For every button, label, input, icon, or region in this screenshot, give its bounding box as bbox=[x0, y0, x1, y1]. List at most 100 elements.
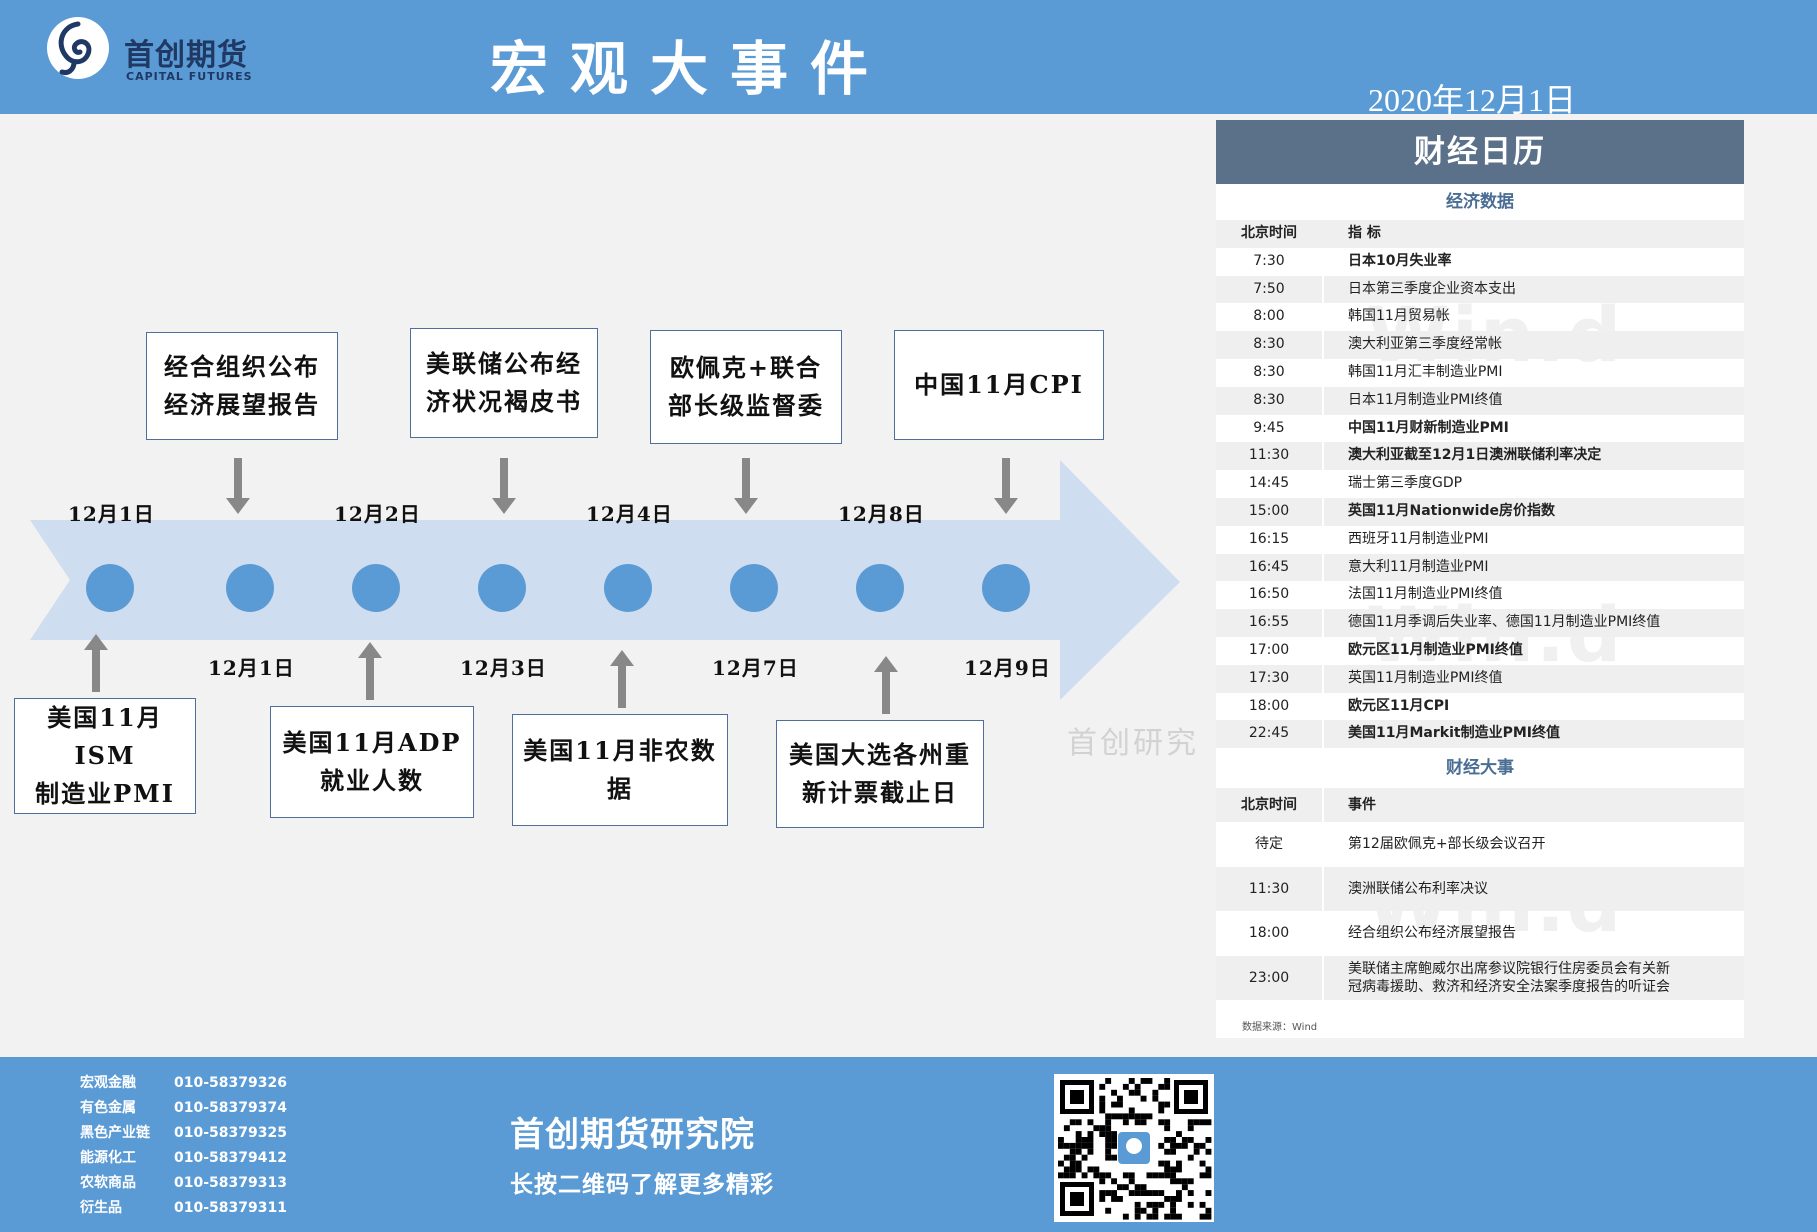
timeline-date-bottom: 12月1日 bbox=[208, 656, 295, 680]
econ-row: 9:45 中国11月财新制造业PMI bbox=[1216, 415, 1744, 443]
econ-time: 16:15 bbox=[1248, 530, 1290, 547]
contact-row: 有色金属 010-58379374 bbox=[80, 1097, 287, 1117]
econ-row: 15:00 英国11月Nationwide房价指数 bbox=[1216, 498, 1744, 526]
contact-phone: 010-58379311 bbox=[174, 1200, 287, 1216]
econ-row: 16:50 法国11月制造业PMI终值 bbox=[1216, 581, 1744, 609]
event-desc: 澳洲联储公布利率决议 bbox=[1348, 867, 1488, 912]
page-date: 2020年12月1日 bbox=[1368, 82, 1577, 118]
timeline-date-top: 12月2日 bbox=[334, 502, 421, 526]
event-desc-line: 第12届欧佩克+部长级会议召开 bbox=[1348, 836, 1546, 853]
event-text: 美国11月ISM 制造业PMI bbox=[25, 699, 185, 813]
event-desc-line: 经合组织公布经济展望报告 bbox=[1348, 925, 1516, 942]
contact-dept: 有色金属 bbox=[80, 1100, 136, 1116]
event-row: 18:00 经合组织公布经济展望报告 bbox=[1216, 911, 1744, 956]
event-desc: 美联储主席鲍威尔出席参议院银行住房委员会有关新 冠病毒援助、救济和经济安全法案季度… bbox=[1348, 956, 1670, 1001]
logo-cn-text: 首创期货 bbox=[124, 38, 248, 73]
econ-row: 16:45 意大利11月制造业PMI bbox=[1216, 553, 1744, 582]
timeline-dot bbox=[856, 564, 904, 612]
event-line: 欧佩克+联合 bbox=[669, 353, 823, 382]
contact-phone: 010-58379412 bbox=[174, 1150, 287, 1166]
event-line: 就业人数 bbox=[319, 766, 424, 795]
event-line: 中国11月CPI bbox=[914, 370, 1084, 399]
timeline-date-bottom: 12月7日 bbox=[712, 656, 799, 680]
contact-phone: 010-58379374 bbox=[174, 1100, 287, 1116]
events-table-header: 北京时间 事件 bbox=[1216, 788, 1744, 823]
arrow-down-icon bbox=[492, 458, 516, 514]
econ-item: 日本11月制造业PMI终值 bbox=[1348, 391, 1503, 408]
event-box-above: 经合组织公布 经济展望报告 bbox=[146, 332, 338, 440]
timeline-dot bbox=[352, 564, 400, 612]
event-desc-line: 美联储主席鲍威尔出席参议院银行住房委员会有关新 bbox=[1348, 960, 1670, 977]
econ-row: 8:30 韩国11月汇丰制造业PMI bbox=[1216, 359, 1744, 387]
timeline-dot bbox=[86, 564, 134, 612]
econ-item: 欧元区11月制造业PMI终值 bbox=[1348, 642, 1523, 658]
finance-events-section-title: 财经大事 bbox=[1446, 758, 1514, 779]
company-logo-icon bbox=[47, 17, 109, 79]
econ-item: 欧元区11月CPI bbox=[1348, 697, 1450, 714]
timeline-dot bbox=[226, 564, 274, 612]
contact-phone: 010-58379326 bbox=[174, 1075, 287, 1091]
event-line: 济状况褐皮书 bbox=[426, 387, 582, 416]
contact-row: 黑色产业链 010-58379325 bbox=[80, 1122, 287, 1142]
timeline-date-top: 12月4日 bbox=[586, 502, 673, 526]
table-column-separator bbox=[1322, 248, 1324, 749]
econ-item: 英国11月制造业PMI终值 bbox=[1348, 669, 1503, 686]
event-box-below: 美国11月ISM 制造业PMI bbox=[14, 698, 196, 814]
event-box-below: 美国11月ADP 就业人数 bbox=[270, 706, 474, 818]
event-desc-line: 澳洲联储公布利率决议 bbox=[1348, 880, 1488, 897]
econ-item: 日本10月失业率 bbox=[1348, 252, 1452, 269]
event-line: 美国大选各州重 bbox=[789, 740, 971, 769]
contact-dept: 能源化工 bbox=[80, 1150, 136, 1166]
econ-data-section-title: 经济数据 bbox=[1446, 192, 1514, 212]
econ-item: 法国11月制造业PMI终值 bbox=[1348, 586, 1503, 603]
econ-row: 7:50 日本第三季度企业资本支出 bbox=[1216, 275, 1744, 304]
econ-item: 英国11月Nationwide房价指数 bbox=[1348, 503, 1555, 519]
econ-item: 澳大利亚截至12月1日澳洲联储利率决定 bbox=[1348, 447, 1602, 464]
timeline-date-bottom: 12月9日 bbox=[964, 656, 1051, 680]
timeline-date-top: 12月8日 bbox=[838, 502, 925, 526]
finance-calendar-panel: 财经日历 Win.dWin.dWin.d经济数据北京时间指 标7:30日本10月… bbox=[1216, 120, 1744, 1038]
econ-item: 瑞士第三季度GDP bbox=[1348, 475, 1463, 492]
econ-time: 17:00 bbox=[1248, 642, 1290, 658]
logo-en-text: CAPITAL FUTURES bbox=[126, 70, 253, 83]
item-column-header: 指 标 bbox=[1348, 225, 1381, 241]
event-line: 美联储公布经 bbox=[426, 349, 582, 378]
event-time: 待定 bbox=[1255, 836, 1283, 853]
event-text: 经合组织公布 经济展望报告 bbox=[164, 348, 320, 424]
qr-code-icon[interactable] bbox=[1054, 1074, 1214, 1222]
econ-item: 西班牙11月制造业PMI bbox=[1348, 530, 1489, 547]
event-row: 待定 第12届欧佩克+部长级会议召开 bbox=[1216, 822, 1744, 867]
event-text: 欧佩克+联合 部长级监督委 bbox=[668, 349, 824, 425]
econ-row: 17:00 欧元区11月制造业PMI终值 bbox=[1216, 637, 1744, 665]
econ-item: 韩国11月贸易帐 bbox=[1348, 308, 1450, 325]
event-row: 23:00 美联储主席鲍威尔出席参议院银行住房委员会有关新 冠病毒援助、救济和经济安… bbox=[1216, 955, 1744, 1001]
econ-row: 8:30 澳大利亚第三季度经常帐 bbox=[1216, 331, 1744, 359]
arrow-down-icon bbox=[994, 458, 1018, 514]
event-line: 经济展望报告 bbox=[164, 390, 320, 419]
event-time: 11:30 bbox=[1248, 880, 1290, 897]
econ-time: 11:30 bbox=[1248, 447, 1290, 464]
timeline-dot bbox=[478, 564, 526, 612]
econ-row: 17:30 英国11月制造业PMI终值 bbox=[1216, 664, 1744, 693]
event-time: 18:00 bbox=[1248, 925, 1290, 942]
footer-slogan: 长按二维码了解更多精彩 bbox=[510, 1172, 774, 1198]
econ-row: 11:30 澳大利亚截至12月1日澳洲联储利率决定 bbox=[1216, 442, 1744, 471]
econ-row: 16:55 德国11月季调后失业率、德国11月制造业PMI终值 bbox=[1216, 609, 1744, 637]
econ-time: 16:55 bbox=[1248, 614, 1290, 631]
econ-row: 16:15 西班牙11月制造业PMI bbox=[1216, 526, 1744, 554]
econ-time: 8:00 bbox=[1253, 308, 1285, 325]
event-column-header: 事件 bbox=[1348, 797, 1376, 814]
econ-table-header: 北京时间 指 标 bbox=[1216, 220, 1744, 248]
contact-phone: 010-58379313 bbox=[174, 1175, 287, 1191]
contact-row: 农软商品 010-58379313 bbox=[80, 1172, 287, 1192]
event-box-above: 中国11月CPI bbox=[894, 330, 1104, 440]
event-text: 美国大选各州重 新计票截止日 bbox=[789, 736, 971, 812]
event-text: 美联储公布经 济状况褐皮书 bbox=[426, 345, 582, 421]
econ-time: 17:30 bbox=[1248, 669, 1290, 686]
arrow-up-icon bbox=[358, 642, 382, 700]
econ-time: 7:30 bbox=[1253, 252, 1285, 269]
event-box-below: 美国11月非农数据 bbox=[512, 714, 728, 826]
econ-row: 8:30 日本11月制造业PMI终值 bbox=[1216, 386, 1744, 415]
econ-time: 14:45 bbox=[1248, 475, 1290, 492]
event-line: 制造业PMI bbox=[35, 779, 175, 808]
